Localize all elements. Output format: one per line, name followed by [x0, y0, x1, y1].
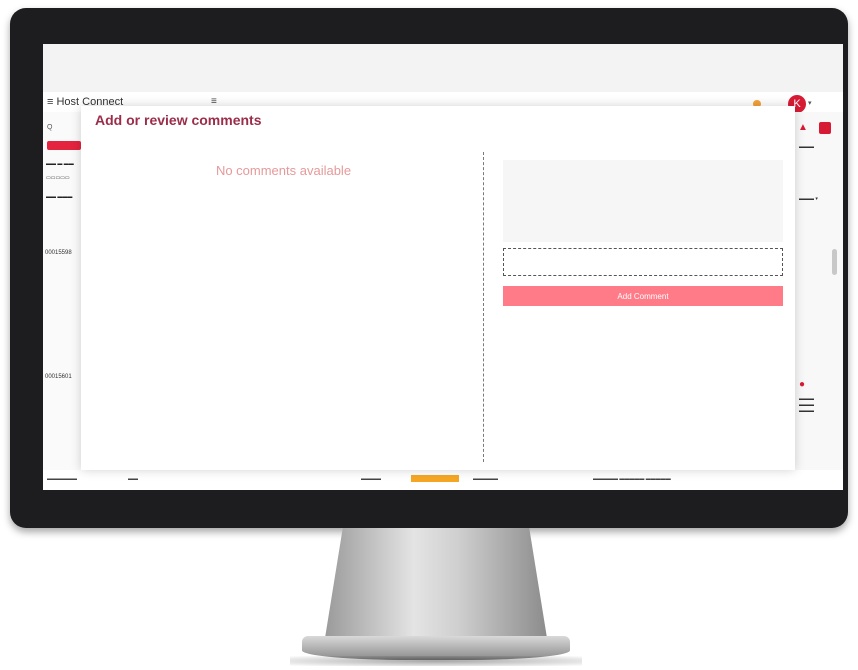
- footer-text-1: ▬▬▬▬▬▬: [47, 476, 77, 482]
- comment-input[interactable]: [503, 160, 783, 242]
- left-row-id-2[interactable]: 00015601: [45, 374, 72, 380]
- left-action-button[interactable]: [47, 141, 81, 150]
- monitor-stand-shadow: [290, 656, 582, 666]
- user-menu-chevron-icon[interactable]: ▾: [808, 99, 812, 107]
- left-row-id-1[interactable]: 00015598: [45, 250, 72, 256]
- comments-modal: Add or review comments No comments avail…: [81, 106, 795, 470]
- file-dropzone[interactable]: [503, 248, 783, 276]
- footer-text-5: ▬▬▬▬▬ ▬▬▬▬▬ ▬▬▬▬▬: [593, 476, 671, 482]
- panel-divider: [483, 152, 484, 462]
- right-dropdown[interactable]: ▬▬▬ ▾: [799, 196, 818, 202]
- chat-icon[interactable]: ●: [799, 379, 805, 390]
- empty-state-text: No comments available: [215, 163, 352, 178]
- modal-title: Add or review comments: [95, 112, 262, 128]
- left-label: ▬▬ ▬▬▬: [46, 194, 73, 200]
- add-comment-button[interactable]: Add Comment: [503, 286, 783, 306]
- right-panel: [795, 112, 843, 472]
- alert-badge[interactable]: [819, 122, 831, 134]
- warning-icon[interactable]: ▲: [798, 122, 808, 133]
- status-badge: [411, 475, 459, 482]
- footer-text-2: ▬▬: [128, 476, 138, 482]
- left-heading: ▬▬ ▬ ▬▬: [46, 161, 74, 167]
- search-icon[interactable]: Q: [47, 124, 52, 131]
- monitor-stand-neck: [325, 528, 547, 638]
- footer-text-4: ▬▬▬▬▬: [473, 476, 498, 482]
- right-note: ▬▬▬ ▬▬▬ ▬▬▬: [799, 396, 814, 414]
- scrollbar-thumb[interactable]: [832, 249, 837, 275]
- monitor-screen: ≡ Host Connect ≡ K ▾ Q ▬▬ ▬ ▬▬ ▭▭▭▭▭ ▬▬ …: [43, 44, 843, 490]
- right-label: ▬▬▬: [799, 144, 814, 150]
- left-field[interactable]: ▭▭▭▭▭: [46, 175, 70, 181]
- footer-text-3: ▬▬▬▬: [361, 476, 381, 482]
